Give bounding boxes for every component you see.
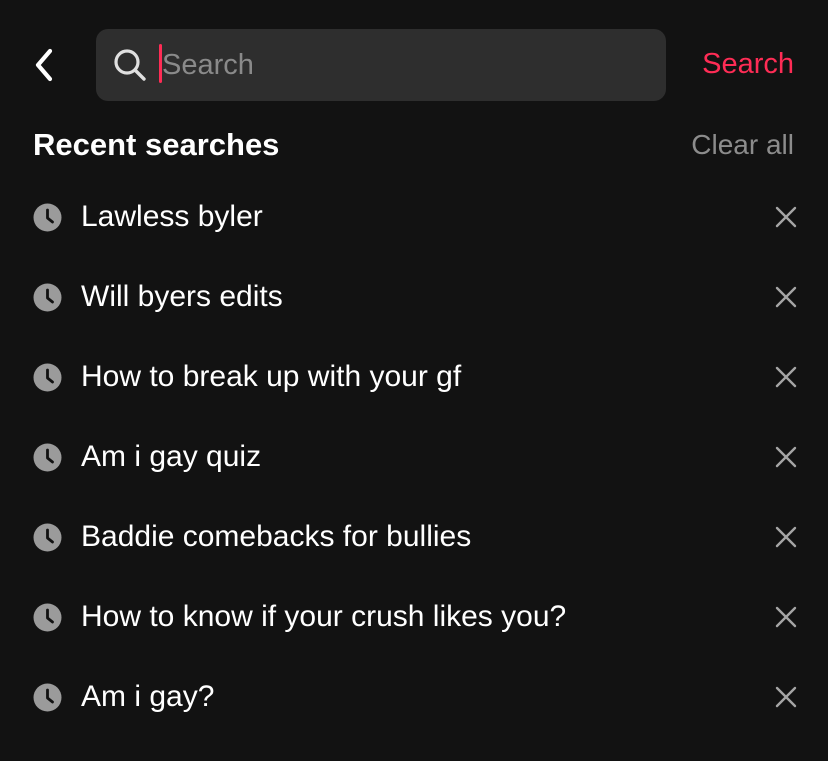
recent-search-label: Will byers edits	[81, 280, 283, 313]
chevron-left-icon	[35, 48, 53, 82]
search-icon	[114, 49, 146, 81]
recent-search-label: Baddie comebacks for bullies	[81, 520, 472, 553]
recent-search-item[interactable]: Am i gay quiz	[0, 417, 828, 497]
search-submit-button[interactable]: Search	[702, 44, 794, 84]
close-icon[interactable]	[774, 605, 798, 629]
back-button[interactable]	[22, 40, 66, 90]
recent-search-label: Am i gay?	[81, 680, 215, 713]
clock-icon	[33, 603, 62, 632]
recent-search-label: Lawless byler	[81, 200, 263, 233]
top-bar: Search	[0, 0, 828, 130]
clear-all-button[interactable]: Clear all	[691, 122, 794, 168]
clock-icon	[33, 363, 62, 392]
recent-search-item[interactable]: Baddie comebacks for bullies	[0, 497, 828, 577]
recent-searches-list: Lawless byler Will byers edits How to br…	[0, 177, 828, 737]
clock-icon	[33, 283, 62, 312]
close-icon[interactable]	[774, 205, 798, 229]
recent-search-item[interactable]: How to know if your crush likes you?	[0, 577, 828, 657]
recent-search-item[interactable]: Lawless byler	[0, 177, 828, 257]
recent-search-item[interactable]: How to break up with your gf	[0, 337, 828, 417]
clock-icon	[33, 683, 62, 712]
recent-search-label: How to know if your crush likes you?	[81, 600, 567, 633]
section-title: Recent searches	[33, 127, 280, 162]
text-cursor	[159, 44, 162, 83]
close-icon[interactable]	[774, 365, 798, 389]
clock-icon	[33, 523, 62, 552]
recent-searches-header: Recent searches Clear all	[0, 122, 828, 168]
recent-search-item[interactable]: Am i gay?	[0, 657, 828, 737]
close-icon[interactable]	[774, 685, 798, 709]
clock-icon	[33, 443, 62, 472]
search-input[interactable]	[162, 29, 642, 101]
recent-search-label: Am i gay quiz	[81, 440, 262, 473]
close-icon[interactable]	[774, 285, 798, 309]
recent-search-label: How to break up with your gf	[81, 360, 462, 393]
close-icon[interactable]	[774, 525, 798, 549]
recent-search-item[interactable]: Will byers edits	[0, 257, 828, 337]
close-icon[interactable]	[774, 445, 798, 469]
clock-icon	[33, 203, 62, 232]
search-box[interactable]	[96, 29, 666, 101]
